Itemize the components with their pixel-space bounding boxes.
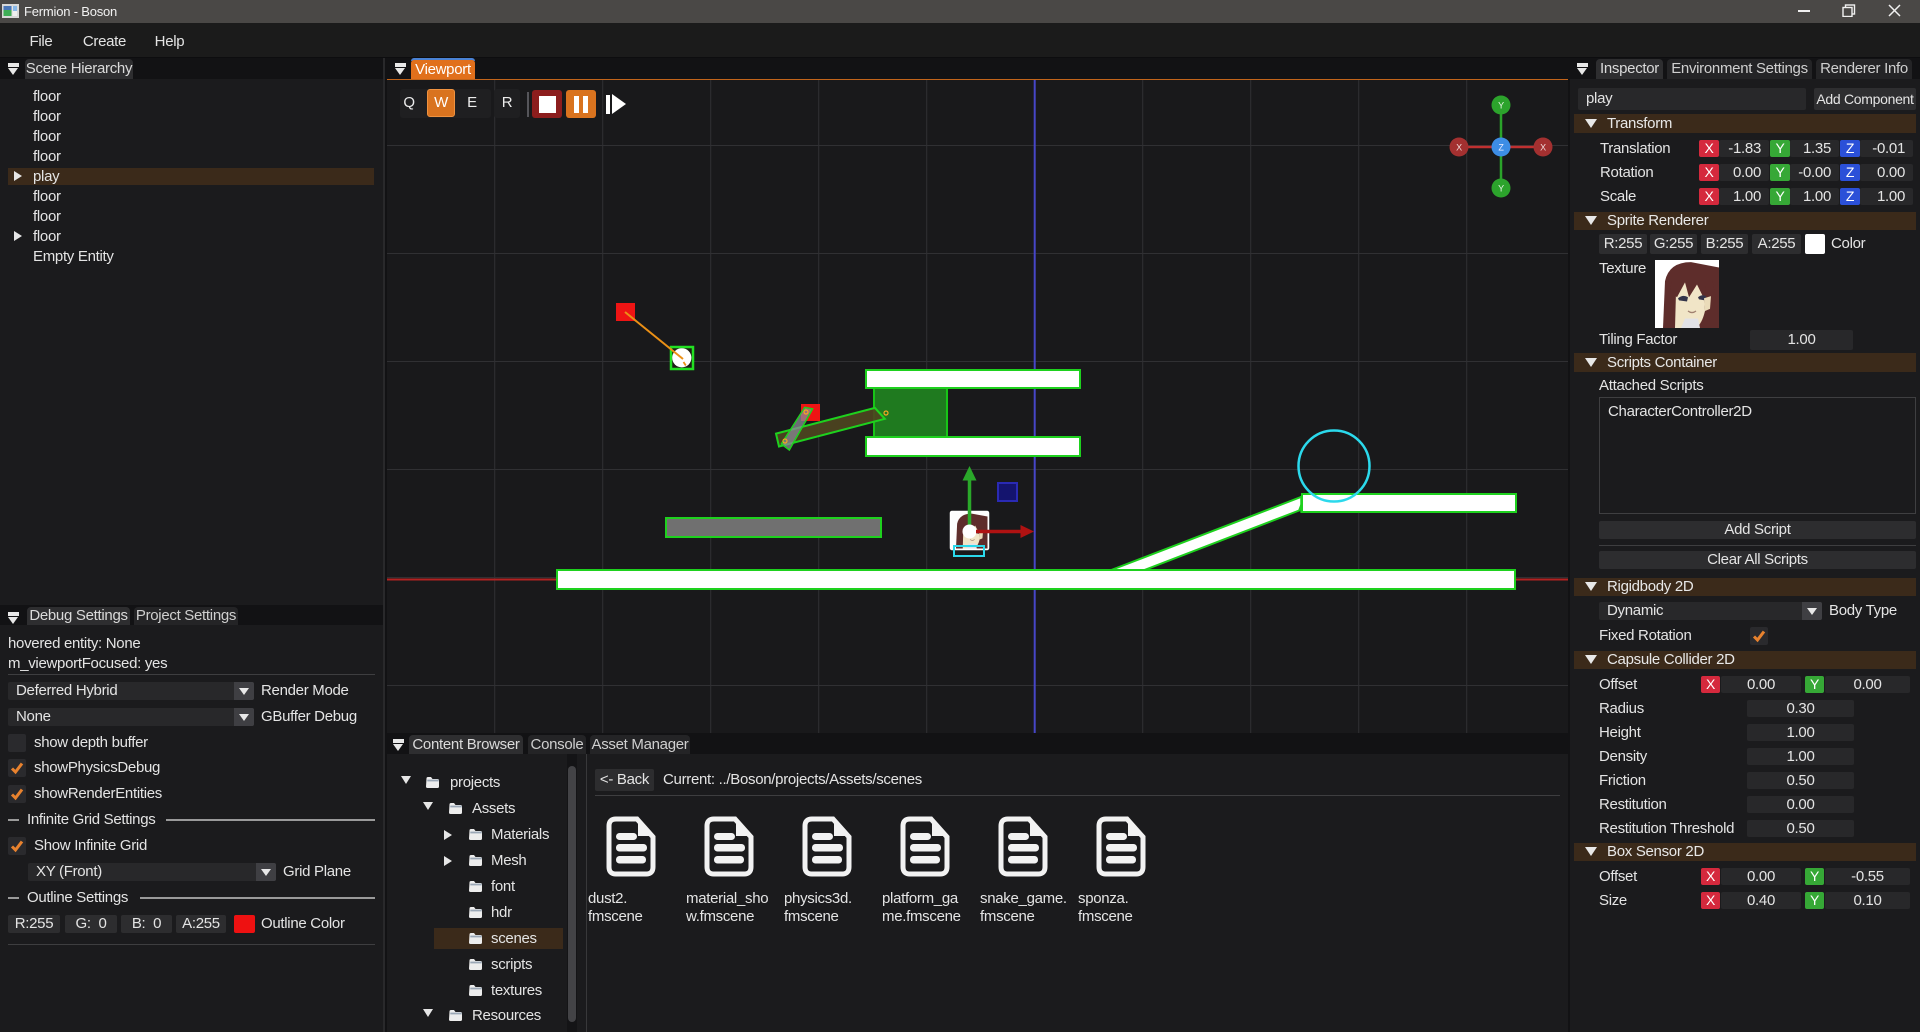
svg-text:Y: Y xyxy=(1498,101,1504,111)
svg-text:Z: Z xyxy=(1498,143,1504,153)
svg-text:Y: Y xyxy=(1498,184,1504,194)
svg-text:X: X xyxy=(1456,143,1462,153)
svg-text:X: X xyxy=(1540,143,1546,153)
